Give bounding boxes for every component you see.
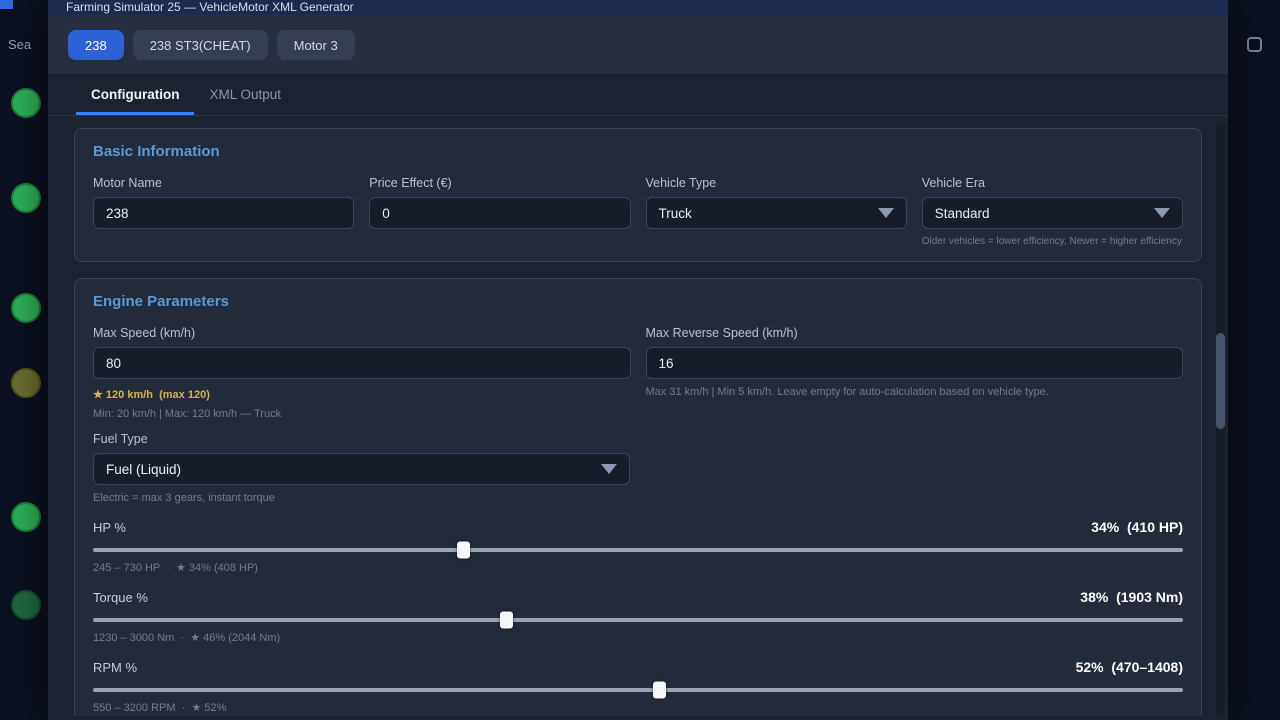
torque-slider-hint: 1230 – 3000 Nm · ★ 46% (2044 Nm) — [93, 631, 1183, 644]
hp-slider[interactable] — [93, 548, 1183, 552]
background-avatar-icon — [11, 183, 41, 213]
motor-name-input[interactable] — [93, 197, 354, 229]
max-reverse-speed-label: Max Reverse Speed (km/h) — [646, 326, 1184, 340]
modal-titlebar: Farming Simulator 25 — VehicleMotor XML … — [48, 0, 1228, 15]
background-avatar-icon — [11, 590, 41, 620]
background-search-label: Sea — [8, 37, 31, 52]
torque-slider-thumb[interactable] — [500, 612, 513, 629]
modal-scrollbar-thumb[interactable] — [1216, 333, 1225, 429]
vehicle-type-field: Vehicle Type Truck — [646, 176, 907, 247]
rpm-slider-block: RPM % 52% (470–1408) 550 – 3200 RPM · ★ … — [93, 659, 1183, 714]
torque-slider-label: Torque % — [93, 590, 148, 605]
vehicle-type-select[interactable]: Truck — [646, 197, 907, 229]
vehicle-era-select[interactable]: Standard — [922, 197, 1183, 229]
motor-name-field: Motor Name — [93, 176, 354, 247]
price-effect-label: Price Effect (€) — [369, 176, 630, 190]
basic-information-card: Basic Information Motor Name Price Effec… — [74, 128, 1202, 262]
rpm-slider-thumb[interactable] — [653, 682, 666, 699]
tab-xml-output[interactable]: XML Output — [194, 74, 296, 115]
fuel-type-value: Fuel (Liquid) — [106, 462, 181, 477]
torque-slider[interactable] — [93, 618, 1183, 622]
motor-tab-motor-3[interactable]: Motor 3 — [277, 30, 355, 60]
max-reverse-speed-input[interactable] — [646, 347, 1184, 379]
modal-scrollbar[interactable] — [1216, 122, 1225, 714]
background-avatar-icon — [11, 88, 41, 118]
fuel-type-select[interactable]: Fuel (Liquid) — [93, 453, 630, 485]
vehicle-era-field: Vehicle Era Standard Older vehicles = lo… — [922, 176, 1183, 247]
rpm-slider-label: RPM % — [93, 660, 137, 675]
chevron-down-icon — [601, 464, 617, 474]
price-effect-input[interactable] — [369, 197, 630, 229]
torque-slider-block: Torque % 38% (1903 Nm) 1230 – 3000 Nm · … — [93, 589, 1183, 644]
background-header-fragment — [0, 0, 13, 9]
vehicle-type-value: Truck — [659, 206, 692, 221]
vehicle-type-label: Vehicle Type — [646, 176, 907, 190]
chevron-down-icon — [1154, 208, 1170, 218]
background-small-icon[interactable] — [1247, 37, 1262, 52]
view-tabs-row: Configuration XML Output — [48, 74, 1228, 116]
vehicle-era-value: Standard — [935, 206, 990, 221]
rpm-slider-hint: 550 – 3200 RPM · ★ 52% — [93, 701, 1183, 714]
hp-slider-thumb[interactable] — [457, 542, 470, 559]
hp-slider-block: HP % 34% (410 HP) 245 – 730 HP · ★ 34% (… — [93, 519, 1183, 574]
background-avatar-icon — [11, 502, 41, 532]
rpm-slider-value: 52% (470–1408) — [1076, 659, 1183, 675]
motor-tabs-row: 238 238 ST3(CHEAT) Motor 3 — [48, 15, 1228, 74]
hp-slider-label: HP % — [93, 520, 126, 535]
configuration-panel: Basic Information Motor Name Price Effec… — [48, 116, 1228, 716]
tab-configuration[interactable]: Configuration — [76, 74, 194, 115]
price-effect-field: Price Effect (€) — [369, 176, 630, 247]
hp-slider-hint: 245 – 730 HP · ★ 34% (408 HP) — [93, 561, 1183, 574]
max-speed-field: Max Speed (km/h) ★ 120 km/h (max 120) Mi… — [93, 326, 631, 420]
max-reverse-speed-field: Max Reverse Speed (km/h) Max 31 km/h | M… — [646, 326, 1184, 420]
background-avatar-icon — [11, 368, 41, 398]
motor-tab-238-st3-cheat[interactable]: 238 ST3(CHEAT) — [133, 30, 268, 60]
max-speed-hint: Min: 20 km/h | Max: 120 km/h — Truck — [93, 408, 631, 420]
max-speed-input[interactable] — [93, 347, 631, 379]
max-speed-label: Max Speed (km/h) — [93, 326, 631, 340]
rpm-slider[interactable] — [93, 688, 1183, 692]
engine-parameters-title: Engine Parameters — [93, 293, 1183, 310]
vehicle-era-label: Vehicle Era — [922, 176, 1183, 190]
vehicle-era-hint: Older vehicles = lower efficiency, Newer… — [922, 236, 1183, 247]
background-avatar-icon — [11, 293, 41, 323]
max-reverse-speed-hint: Max 31 km/h | Min 5 km/h. Leave empty fo… — [646, 386, 1184, 398]
fuel-type-field: Fuel Type Fuel (Liquid) Electric = max 3… — [93, 432, 630, 504]
torque-slider-value: 38% (1903 Nm) — [1080, 589, 1183, 605]
fuel-type-hint: Electric = max 3 gears, instant torque — [93, 492, 630, 504]
chevron-down-icon — [878, 208, 894, 218]
engine-parameters-card: Engine Parameters Max Speed (km/h) ★ 120… — [74, 278, 1202, 716]
modal-title: Farming Simulator 25 — VehicleMotor XML … — [66, 0, 354, 14]
fuel-type-label: Fuel Type — [93, 432, 630, 446]
basic-information-title: Basic Information — [93, 143, 1183, 160]
vehiclemotor-generator-modal: Farming Simulator 25 — VehicleMotor XML … — [48, 0, 1228, 720]
motor-tab-238[interactable]: 238 — [68, 30, 124, 60]
motor-name-label: Motor Name — [93, 176, 354, 190]
max-speed-star-hint: ★ 120 km/h (max 120) — [93, 388, 631, 401]
hp-slider-value: 34% (410 HP) — [1091, 519, 1183, 535]
